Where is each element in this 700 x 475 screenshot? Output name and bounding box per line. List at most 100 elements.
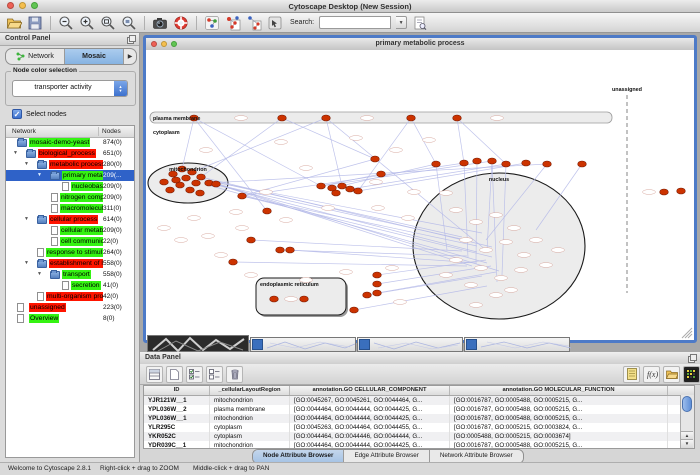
table-cell: YPL036W__2: [144, 405, 210, 414]
vizmapper-icon[interactable]: [204, 15, 220, 31]
tree-expander-icon[interactable]: ▼: [24, 260, 29, 266]
tree-row[interactable]: unassigned223(0): [6, 302, 134, 313]
table-cell: [GO:0016787, GO:0005488, GO:0005215, G..…: [450, 441, 668, 449]
select-nodes-checkbox[interactable]: ✓: [12, 109, 22, 119]
open-session-icon[interactable]: [6, 15, 22, 31]
col-header-molecular-function[interactable]: annotation.GO MOLECULAR_FUNCTION: [450, 386, 668, 395]
table-row[interactable]: YKR052Ccytoplasm[GO:0044464, GO:0044446,…: [144, 432, 694, 441]
tree-row[interactable]: nucleobase-209(0): [6, 181, 134, 192]
tree-row-label: response to stimul: [46, 248, 103, 257]
tree-row-label: transport: [62, 270, 91, 279]
table-cell: [GO:0005488, GO:0005215, GO:0003674]: [450, 432, 668, 441]
new-attribute-icon[interactable]: [166, 366, 183, 383]
node-color-dropdown[interactable]: transporter activity ▲▼: [12, 80, 128, 97]
tree-row[interactable]: ▼metabolic process280(0): [6, 159, 134, 170]
minimized-view-window[interactable]: [250, 337, 356, 352]
search-dropdown-icon[interactable]: ▼: [396, 16, 407, 29]
toolbar-separator: [50, 16, 51, 30]
layout-network-icon[interactable]: [225, 15, 241, 31]
table-cell: YLR295C: [144, 423, 210, 432]
select-attributes-icon[interactable]: [186, 366, 203, 383]
tree-row[interactable]: response to stimul264(0): [6, 247, 134, 258]
network-canvas-area[interactable]: plasma membranecytoplasmmitochondrionnuc…: [146, 50, 694, 340]
col-header-cellular-component[interactable]: annotation.GO CELLULAR_COMPONENT: [290, 386, 450, 395]
search-input[interactable]: [319, 16, 391, 29]
attribute-table-icon[interactable]: [146, 366, 163, 383]
col-header-id[interactable]: ID: [144, 386, 210, 395]
function-builder-icon[interactable]: f(x): [643, 366, 660, 383]
table-row[interactable]: YPL036W__2plasma membrane[GO:0044464, GO…: [144, 405, 694, 414]
unselect-attributes-icon[interactable]: [206, 366, 223, 383]
tab-mosaic[interactable]: Mosaic: [65, 49, 124, 64]
tree-row-label: cellular process: [49, 215, 98, 224]
zoom-fit-icon[interactable]: [121, 15, 137, 31]
tree-row[interactable]: Overview8(0): [6, 313, 134, 324]
tree-row-count: 22(0): [103, 238, 118, 245]
minimized-view-thumbnail[interactable]: [147, 335, 249, 352]
zoom-in-icon[interactable]: [79, 15, 95, 31]
zoom-out-icon[interactable]: [58, 15, 74, 31]
table-row[interactable]: YLR295Ccytoplasm[GO:0045263, GO:0044464,…: [144, 423, 694, 432]
minimized-view-window[interactable]: [464, 337, 570, 352]
help-icon[interactable]: [173, 15, 189, 31]
import-attributes-icon[interactable]: [663, 366, 680, 383]
tree-row[interactable]: ▼ cellular process 614(0): [6, 214, 134, 225]
tree-col-divider[interactable]: [98, 127, 99, 136]
snapshot-icon[interactable]: [152, 15, 168, 31]
heatmap-icon[interactable]: [683, 366, 700, 383]
scrollbar-thumb[interactable]: [682, 396, 692, 412]
tree-row[interactable]: macromolecule311(0): [6, 203, 134, 214]
attribute-table-head: ID _cellularLayoutRegion annotation.GO C…: [144, 386, 694, 396]
table-row[interactable]: YPL036W__1mitochondrion[GO:0044464, GO:0…: [144, 414, 694, 423]
tree-row[interactable]: secretion41(0): [6, 280, 134, 291]
table-row[interactable]: YJR121W__1mitochondrion[GO:0045267, GO:0…: [144, 396, 694, 405]
tree-row[interactable]: nitrogen compo209(0): [6, 192, 134, 203]
annotation-icon[interactable]: [267, 15, 283, 31]
tree-row[interactable]: ▼biological_process651(0): [6, 148, 134, 159]
tree-row[interactable]: cell communicat22(0): [6, 236, 134, 247]
tree-row[interactable]: ▼primary metabo209(...: [6, 170, 134, 181]
page-icon: [51, 226, 58, 235]
table-row[interactable]: YDR039C__1mitochondrion[GO:0044464, GO:0…: [144, 441, 694, 449]
float-panel-icon[interactable]: [127, 35, 135, 43]
table-cell: [GO:0016787, GO:0005488, GO:0005215, G..…: [450, 414, 668, 423]
delete-attribute-icon[interactable]: [226, 366, 243, 383]
edge-network-icon[interactable]: [246, 15, 262, 31]
tree-row[interactable]: ▼transport558(0): [6, 269, 134, 280]
tree-row-label: nitrogen compo: [60, 193, 103, 202]
network-canvas[interactable]: plasma membranecytoplasmmitochondrionnuc…: [146, 50, 694, 340]
tree-expander-icon[interactable]: ▼: [24, 161, 29, 167]
col-header-region[interactable]: _cellularLayoutRegion: [210, 386, 290, 395]
minimized-view-window[interactable]: [357, 337, 463, 352]
tree-row[interactable]: mosaic-demo-yeast874(0): [6, 137, 134, 148]
save-session-icon[interactable]: [27, 15, 43, 31]
table-cell: cytoplasm: [210, 423, 290, 432]
tree-row[interactable]: multi-organism pro42(0): [6, 291, 134, 302]
table-cell: YJR121W__1: [144, 396, 210, 405]
table-scrollbar[interactable]: ▲ ▼: [680, 395, 694, 448]
page-icon: [51, 237, 58, 246]
tree-row[interactable]: cellular metabo209(0): [6, 225, 134, 236]
tree-expander-icon[interactable]: ▼: [37, 271, 42, 277]
tree-row[interactable]: ▼establishment of lo558(0): [6, 258, 134, 269]
minimized-window-icon: [252, 339, 263, 350]
float-panel-icon[interactable]: [688, 354, 696, 362]
tab-network[interactable]: Network: [6, 49, 65, 64]
attribute-editor-icon[interactable]: [623, 366, 640, 383]
mdi-desktop: primary metabolic process plasma membran…: [140, 33, 700, 352]
network-tree: Network Nodes mosaic-demo-yeast874(0)▼bi…: [5, 125, 135, 458]
tabs-overflow-arrow[interactable]: ▶: [124, 49, 136, 64]
tree-row-label: multi-organism pro: [46, 292, 103, 301]
zoom-selected-icon[interactable]: [100, 15, 116, 31]
search-advanced-icon[interactable]: [412, 15, 428, 31]
tree-expander-icon[interactable]: ▼: [37, 172, 42, 178]
region-label: plasma membrane: [153, 116, 200, 122]
tree-row-count: 614(0): [103, 216, 122, 223]
tree-expander-icon[interactable]: ▼: [24, 216, 29, 222]
folder-icon: [37, 216, 47, 224]
tree-expander-icon[interactable]: ▼: [13, 150, 18, 156]
minimized-window-icon: [359, 339, 370, 350]
scroll-down-icon[interactable]: ▼: [681, 439, 693, 448]
folder-icon: [17, 139, 27, 147]
network-view-window[interactable]: primary metabolic process plasma membran…: [143, 35, 697, 343]
